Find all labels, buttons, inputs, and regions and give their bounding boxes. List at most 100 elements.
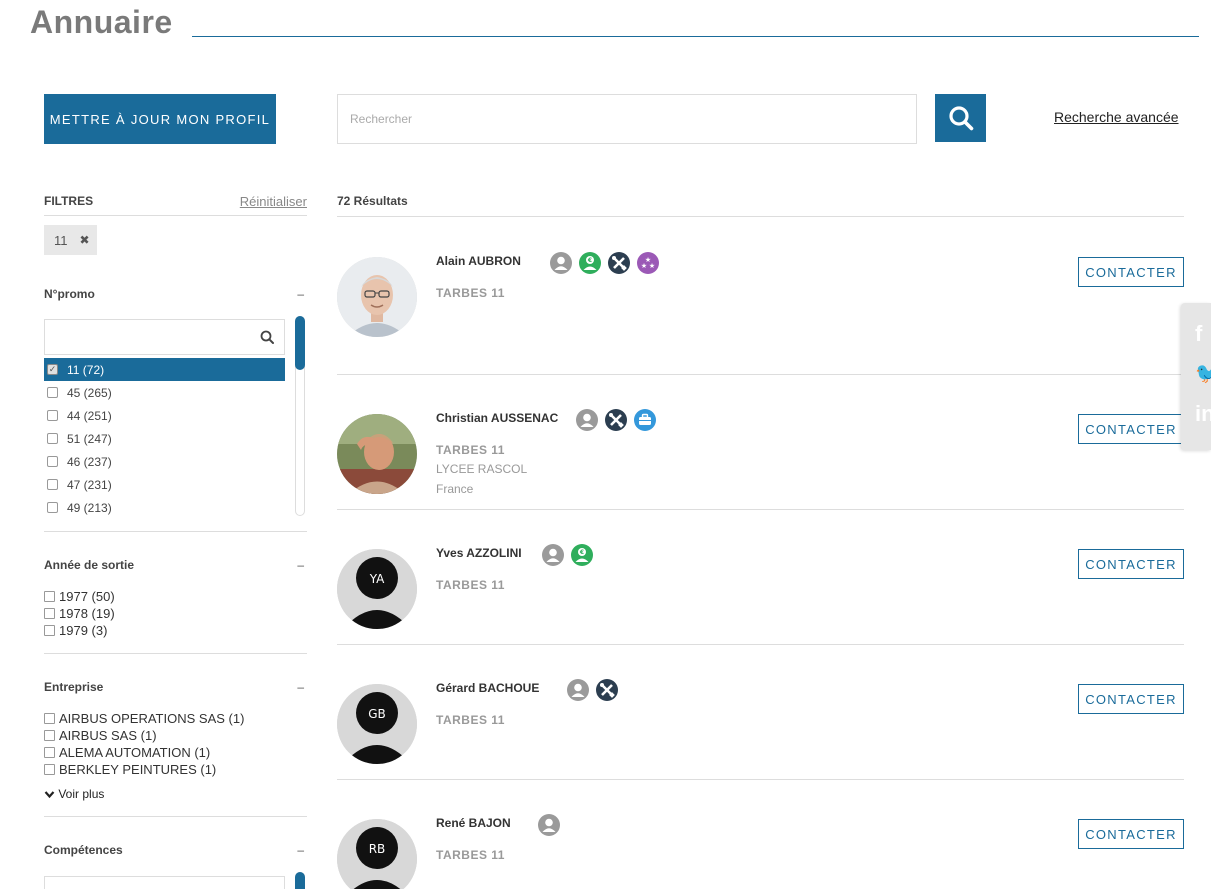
contact-button[interactable]: CONTACTER: [1078, 257, 1184, 287]
company-option[interactable]: AIRBUS SAS (1): [44, 727, 244, 744]
update-profile-button[interactable]: METTRE À JOUR MON PROFIL: [44, 94, 276, 144]
advanced-search-link[interactable]: Recherche avancée: [1054, 109, 1179, 125]
person-name[interactable]: René BAJON: [436, 816, 511, 830]
promo-option[interactable]: 46 (237): [44, 450, 285, 473]
svg-text:★: ★: [641, 262, 647, 270]
svg-text:★: ★: [649, 262, 655, 270]
see-more-link[interactable]: Voir plus: [44, 787, 104, 801]
person-name[interactable]: Yves AZZOLINI: [436, 546, 522, 560]
checkbox[interactable]: [47, 433, 58, 444]
result-card: Christian AUSSENAC TARBES 11 LYCEE RASCO…: [337, 374, 1184, 509]
search-icon: [948, 106, 973, 131]
search-button[interactable]: [935, 94, 986, 142]
page-title: Annuaire: [30, 4, 173, 40]
search-input[interactable]: [337, 94, 917, 144]
social-share-bar: f 🐦 in: [1181, 303, 1211, 450]
promo-option[interactable]: 47 (231): [44, 473, 285, 496]
linkedin-icon[interactable]: in: [1195, 401, 1211, 427]
person-promo: TARBES 11: [436, 713, 505, 727]
promo-option[interactable]: ✓ 11 (72): [44, 358, 285, 381]
facebook-icon[interactable]: f: [1195, 321, 1202, 347]
year-option[interactable]: 1979 (3): [44, 622, 115, 639]
checkbox[interactable]: [44, 764, 55, 775]
skills-search-field[interactable]: [44, 876, 285, 889]
tools-icon: [605, 409, 627, 431]
skills-scrollbar-thumb[interactable]: [295, 872, 305, 889]
checkbox[interactable]: [47, 410, 58, 421]
person-badges: [576, 409, 656, 431]
skills-scrollbar[interactable]: [295, 872, 305, 889]
promo-option-label: 44 (251): [67, 408, 112, 423]
avatar[interactable]: RB: [337, 819, 417, 889]
section-divider: [44, 531, 307, 532]
person-name[interactable]: Christian AUSSENAC: [436, 411, 558, 425]
person-badges: [567, 679, 618, 701]
active-filter-tag-label: 11: [54, 232, 68, 248]
promo-option-label: 11 (72): [67, 362, 105, 377]
year-option[interactable]: 1977 (50): [44, 588, 115, 605]
company-list: AIRBUS OPERATIONS SAS (1) AIRBUS SAS (1)…: [44, 710, 244, 778]
contact-button[interactable]: CONTACTER: [1078, 684, 1184, 714]
promo-option[interactable]: 45 (265): [44, 381, 285, 404]
collapse-company-icon[interactable]: –: [297, 680, 304, 694]
promo-scrollbar-thumb[interactable]: [295, 316, 305, 370]
person-badges: €: [542, 544, 593, 566]
checkbox[interactable]: [44, 591, 55, 602]
avatar[interactable]: GB: [337, 684, 417, 764]
checkbox[interactable]: [47, 456, 58, 467]
avatar[interactable]: [337, 414, 417, 494]
avatar[interactable]: YA: [337, 549, 417, 629]
checkbox-checked[interactable]: ✓: [47, 364, 58, 375]
person-name[interactable]: Gérard BACHOUE: [436, 681, 539, 695]
svg-text:€: €: [587, 257, 592, 264]
checkbox[interactable]: [47, 479, 58, 490]
checkbox[interactable]: [44, 730, 55, 741]
checkbox[interactable]: [44, 625, 55, 636]
promo-option[interactable]: 49 (213): [44, 496, 285, 519]
collapse-skills-icon[interactable]: –: [297, 843, 304, 857]
year-option-label: 1978 (19): [59, 606, 115, 621]
checkbox[interactable]: [44, 713, 55, 724]
promo-option-label: 51 (247): [67, 431, 112, 446]
remove-tag-icon[interactable]: ✖: [80, 233, 90, 247]
company-option[interactable]: ALEMA AUTOMATION (1): [44, 744, 244, 761]
year-option-label: 1977 (50): [59, 589, 115, 604]
collapse-year-icon[interactable]: –: [297, 558, 304, 572]
collapse-promo-icon[interactable]: –: [297, 287, 304, 301]
year-option[interactable]: 1978 (19): [44, 605, 115, 622]
avatar-placeholder-icon: GB: [337, 684, 417, 764]
company-option[interactable]: BERKLEY PEINTURES (1): [44, 761, 244, 778]
stars-icon: ★ ★ ★: [637, 252, 659, 274]
contact-button[interactable]: CONTACTER: [1078, 414, 1184, 444]
year-section-header[interactable]: Année de sortie –: [44, 558, 307, 572]
avatar[interactable]: [337, 257, 417, 337]
active-filter-tag: 11 ✖: [44, 225, 97, 255]
promo-option[interactable]: 44 (251): [44, 404, 285, 427]
checkbox[interactable]: [47, 387, 58, 398]
person-promo: TARBES 11: [436, 443, 505, 457]
promo-scrollbar[interactable]: [295, 316, 305, 516]
contact-button[interactable]: CONTACTER: [1078, 549, 1184, 579]
tools-icon: [608, 252, 630, 274]
tools-icon: [596, 679, 618, 701]
company-option[interactable]: AIRBUS OPERATIONS SAS (1): [44, 710, 244, 727]
checkbox[interactable]: [44, 608, 55, 619]
company-section-header[interactable]: Entreprise –: [44, 680, 307, 694]
person-promo: TARBES 11: [436, 286, 505, 300]
skills-section-header[interactable]: Compétences –: [44, 843, 307, 857]
reset-filters-link[interactable]: Réinitialiser: [240, 194, 307, 209]
checkbox[interactable]: [47, 502, 58, 513]
year-list: 1977 (50) 1978 (19) 1979 (3): [44, 588, 115, 639]
contact-button[interactable]: CONTACTER: [1078, 819, 1184, 849]
promo-section-header[interactable]: N°promo –: [44, 287, 307, 301]
user-icon: [542, 544, 564, 566]
promo-option[interactable]: 51 (247): [44, 427, 285, 450]
company-option-label: ALEMA AUTOMATION (1): [59, 745, 211, 760]
filters-title: FILTRES: [44, 194, 94, 208]
skills-section-title: Compétences: [44, 843, 123, 857]
person-company: LYCEE RASCOL: [436, 462, 528, 476]
checkbox[interactable]: [44, 747, 55, 758]
person-name[interactable]: Alain AUBRON: [436, 254, 521, 268]
promo-search-field[interactable]: [44, 319, 285, 355]
twitter-icon[interactable]: 🐦: [1195, 361, 1211, 386]
